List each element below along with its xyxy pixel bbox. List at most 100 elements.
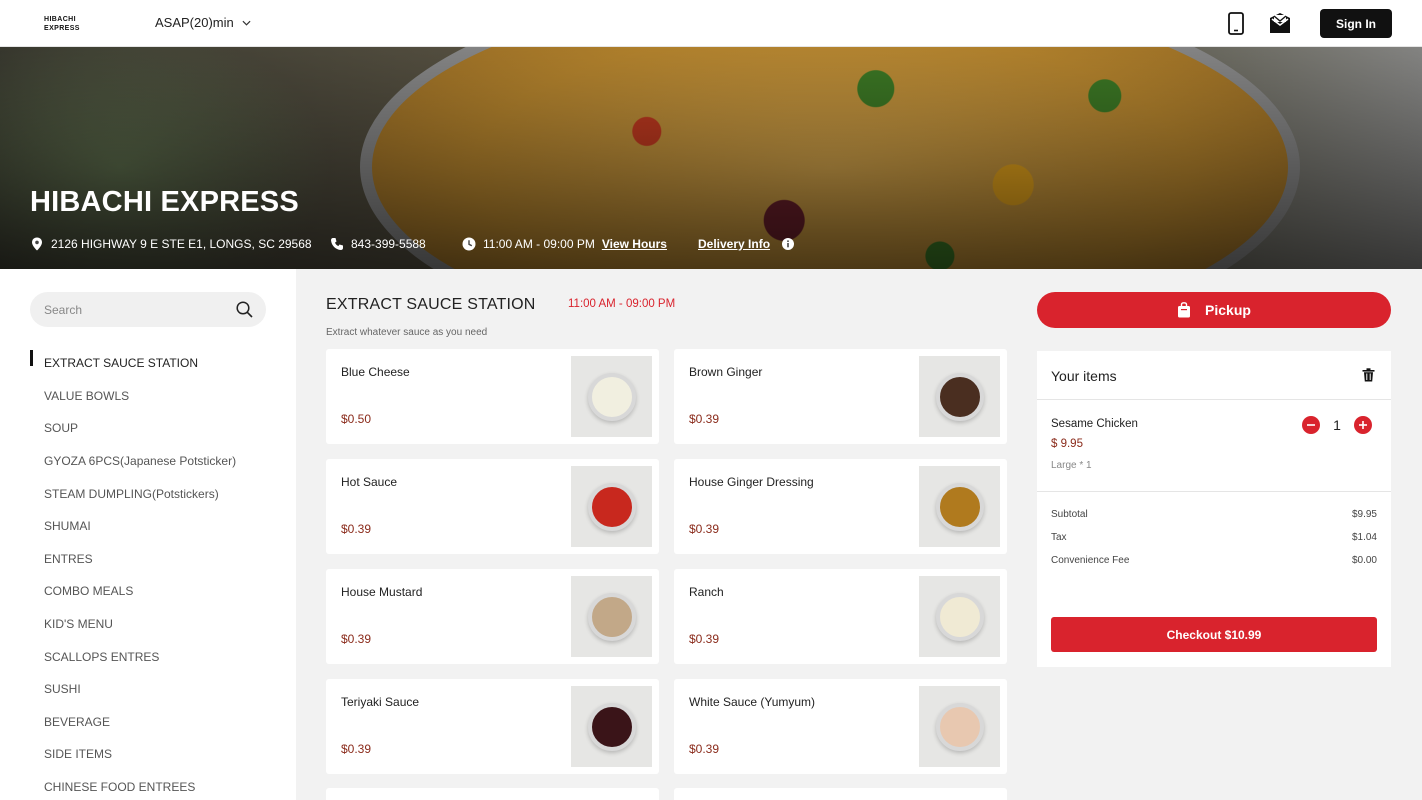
tax-row: Tax $1.04: [1051, 532, 1377, 543]
category-item[interactable]: CHINESE FOOD ENTREES: [30, 771, 236, 800]
chevron-down-icon: [242, 20, 251, 26]
logo-line1: HIBACHI: [44, 16, 76, 23]
address-text: 2126 HIGHWAY 9 E STE E1, LONGS, SC 29568: [51, 237, 312, 251]
hero-banner: HIBACHI EXPRESS 2126 HIGHWAY 9 E STE E1,…: [0, 47, 1422, 269]
sauce-cup: [935, 372, 984, 421]
search-input[interactable]: [44, 292, 224, 327]
delivery-info-link[interactable]: Delivery Info: [698, 237, 770, 251]
search-box: [30, 292, 266, 327]
fee-row: Convenience Fee $0.00: [1051, 555, 1377, 566]
menu-item-image: [919, 356, 1000, 437]
category-item[interactable]: ENTRES: [30, 543, 236, 576]
category-list: EXTRACT SAUCE STATION VALUE BOWLS SOUP G…: [30, 347, 236, 800]
menu-item-name: Ranch: [689, 585, 724, 599]
sauce-cup: [587, 592, 636, 641]
cart-title: Your items: [1051, 368, 1117, 384]
menu-item-image: [571, 576, 652, 657]
category-item[interactable]: SOUP: [30, 412, 236, 445]
menu-item-card[interactable]: Ranch $0.39: [674, 569, 1007, 664]
category-item[interactable]: EXTRACT SAUCE STATION: [30, 347, 236, 380]
menu-item-image: [571, 356, 652, 437]
menu-item-price: $0.39: [341, 522, 372, 536]
menu-grid-overflow: [326, 788, 1007, 800]
quantity-stepper: 1: [1302, 416, 1372, 434]
menu-item-card[interactable]: White Sauce (Yumyum) $0.39: [674, 679, 1007, 774]
plus-icon: [1359, 421, 1367, 429]
menu-item-price: $0.39: [689, 742, 720, 756]
menu-item-price: $0.39: [689, 412, 720, 426]
pickup-label: Pickup: [1205, 302, 1251, 318]
category-sidebar: EXTRACT SAUCE STATION VALUE BOWLS SOUP G…: [0, 269, 296, 800]
menu-item-card[interactable]: Brown Ginger $0.39: [674, 349, 1007, 444]
menu-item-name: Teriyaki Sauce: [341, 695, 420, 709]
logo-line2: EXPRESS: [44, 25, 80, 32]
sign-in-button[interactable]: Sign In: [1320, 9, 1392, 38]
menu-item-card[interactable]: [326, 788, 659, 800]
location-pin-icon: [32, 237, 42, 251]
tax-label: Tax: [1051, 532, 1067, 543]
menu-item-card[interactable]: Blue Cheese $0.50: [326, 349, 659, 444]
mail-icon[interactable]: [1269, 12, 1291, 34]
hours-text: 11:00 AM - 09:00 PM: [483, 237, 595, 251]
order-time-label: ASAP(20)min: [155, 15, 234, 30]
phone-icon[interactable]: [1228, 12, 1244, 35]
sauce-cup: [935, 482, 984, 531]
subtotal-label: Subtotal: [1051, 509, 1088, 520]
category-item[interactable]: SIDE ITEMS: [30, 738, 236, 771]
category-item[interactable]: COMBO MEALS: [30, 575, 236, 608]
quantity-value: 1: [1333, 417, 1341, 433]
menu-item-image: [919, 576, 1000, 657]
menu-item-price: $0.39: [341, 742, 372, 756]
menu-item-card[interactable]: [674, 788, 1007, 800]
menu-item-card[interactable]: House Mustard $0.39: [326, 569, 659, 664]
search-icon[interactable]: [236, 301, 253, 318]
trash-icon[interactable]: [1362, 368, 1375, 382]
section-hours: 11:00 AM - 09:00 PM: [568, 298, 676, 310]
menu-item-image: [919, 466, 1000, 547]
menu-item-price: $0.50: [341, 412, 372, 426]
menu-item-price: $0.39: [689, 632, 720, 646]
category-item[interactable]: SCALLOPS ENTRES: [30, 640, 236, 673]
delivery-info: Delivery Info: [698, 237, 795, 251]
menu-item-grid: Blue Cheese $0.50 Brown Ginger $0.39 Hot…: [326, 349, 1007, 774]
menu-item-price: $0.39: [341, 632, 372, 646]
menu-item-card[interactable]: Teriyaki Sauce $0.39: [326, 679, 659, 774]
info-icon[interactable]: [781, 237, 795, 251]
section-description: Extract whatever sauce as you need: [326, 327, 488, 338]
menu-item-name: House Mustard: [341, 585, 423, 599]
sauce-cup: [587, 372, 636, 421]
sauce-cup: [935, 592, 984, 641]
pickup-button[interactable]: Pickup: [1037, 292, 1391, 328]
menu-item-card[interactable]: House Ginger Dressing $0.39: [674, 459, 1007, 554]
category-item[interactable]: STEAM DUMPLING(Potstickers): [30, 477, 236, 510]
menu-item-name: Hot Sauce: [341, 475, 398, 489]
order-time-select[interactable]: ASAP(20)min: [155, 15, 251, 30]
cart-item-name: Sesame Chicken: [1051, 418, 1138, 430]
menu-item-card[interactable]: Hot Sauce $0.39: [326, 459, 659, 554]
fee-value: $0.00: [1351, 555, 1377, 566]
minus-icon: [1307, 424, 1315, 426]
subtotal-row: Subtotal $9.95: [1051, 509, 1377, 520]
menu-item-name: Brown Ginger: [689, 365, 763, 379]
restaurant-name: HIBACHI EXPRESS: [30, 186, 299, 218]
category-item[interactable]: KID'S MENU: [30, 608, 236, 641]
checkout-button[interactable]: Checkout $10.99: [1051, 617, 1377, 652]
category-item[interactable]: VALUE BOWLS: [30, 380, 236, 413]
cart-header: Your items: [1037, 351, 1391, 400]
menu-item-name: House Ginger Dressing: [689, 475, 814, 489]
subtotal-value: $9.95: [1351, 509, 1377, 520]
sauce-cup: [935, 702, 984, 751]
menu-item-name: White Sauce (Yumyum): [689, 695, 816, 709]
category-item[interactable]: BEVERAGE: [30, 706, 236, 739]
logo[interactable]: HIBACHI EXPRESS: [44, 15, 84, 33]
category-item[interactable]: GYOZA 6PCS(Japanese Potsticker): [30, 445, 236, 478]
fee-label: Convenience Fee: [1051, 555, 1130, 566]
decrease-quantity-button[interactable]: [1302, 416, 1320, 434]
view-hours-link[interactable]: View Hours: [602, 237, 667, 251]
address-info: 2126 HIGHWAY 9 E STE E1, LONGS, SC 29568: [30, 237, 312, 251]
increase-quantity-button[interactable]: [1354, 416, 1372, 434]
category-item[interactable]: SHUMAI: [30, 510, 236, 543]
menu-item-image: [919, 686, 1000, 767]
cart-item-price: $ 9.95: [1051, 438, 1083, 450]
category-item[interactable]: SUSHI: [30, 673, 236, 706]
